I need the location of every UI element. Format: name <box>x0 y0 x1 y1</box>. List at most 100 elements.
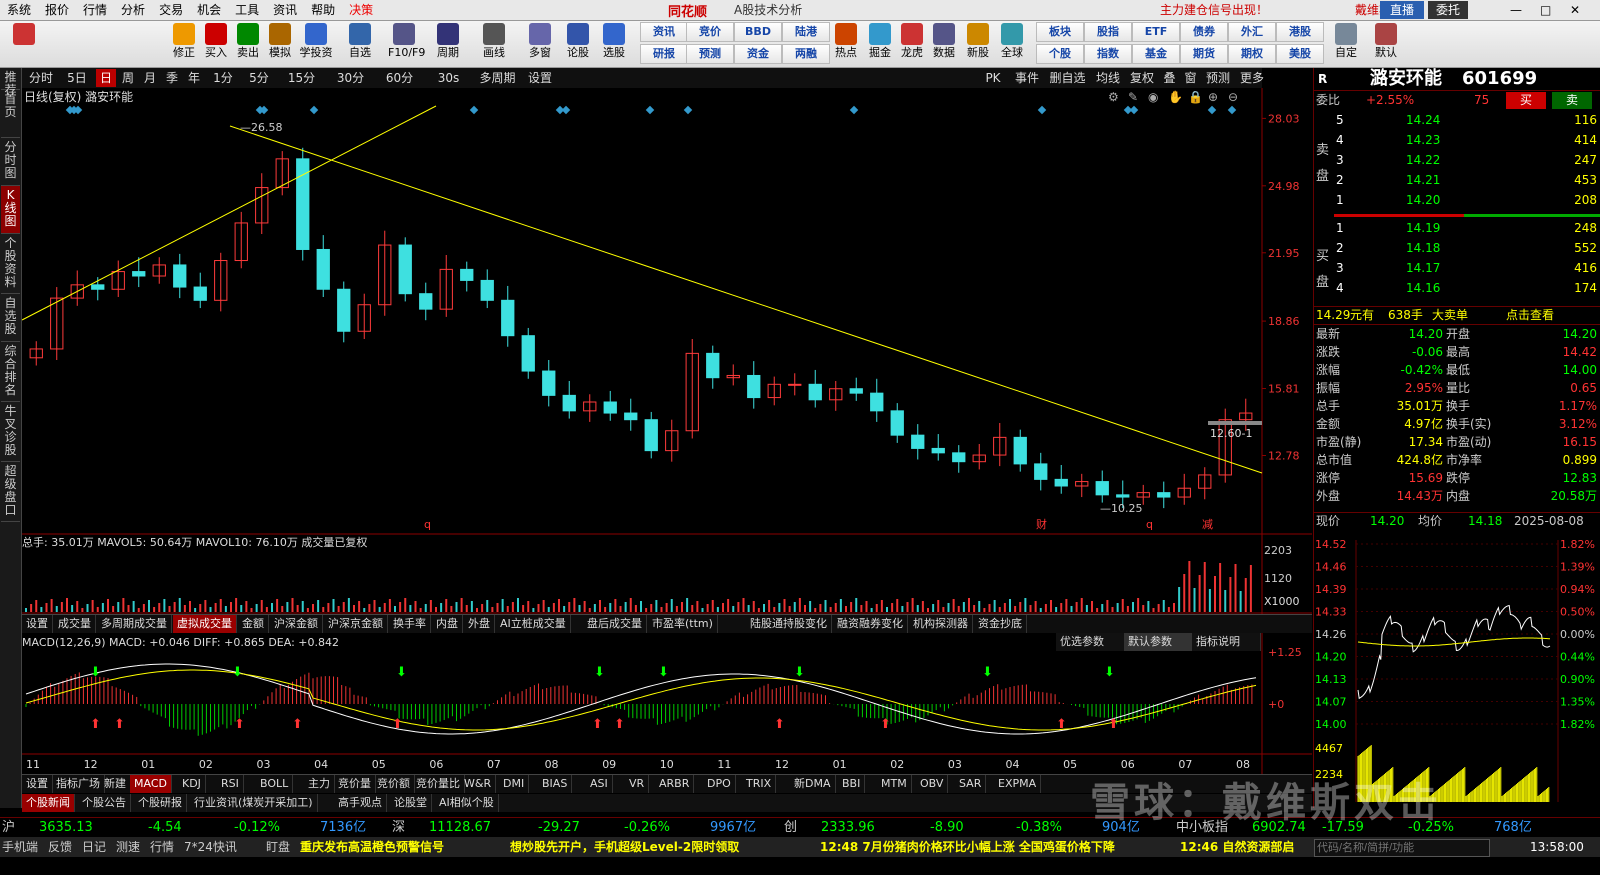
indicator-tab[interactable]: 竞价量比 <box>412 775 465 793</box>
indicator-tab[interactable]: ASI <box>586 775 613 793</box>
quick-button[interactable]: 美股 <box>1276 44 1324 64</box>
left-nav-item[interactable]: 分时图 <box>1 138 20 186</box>
search-input[interactable] <box>1314 839 1490 857</box>
quick-button[interactable]: 竞价 <box>686 22 734 42</box>
toolbar-button[interactable]: F10/F9 <box>388 23 425 59</box>
menu-item[interactable]: 分析 <box>114 0 152 20</box>
status-item[interactable]: 行情 <box>150 837 174 857</box>
quick-button[interactable]: 基金 <box>1132 44 1180 64</box>
quick-button[interactable]: 板块 <box>1036 22 1084 42</box>
toolbar-button[interactable]: 自选 <box>344 23 376 59</box>
news-ticker-1[interactable]: 重庆发布高温橙色预警信号 <box>300 837 444 857</box>
news-ticker-2[interactable]: 想炒股先开户，手机超级Level-2限时领取 <box>510 837 739 857</box>
quick-button[interactable]: 外汇 <box>1228 22 1276 42</box>
bid-row[interactable]: 3 14.17 416 <box>1314 260 1600 277</box>
indicator-tab[interactable]: OBV <box>916 775 949 793</box>
status-item[interactable]: 盯盘 <box>266 837 290 857</box>
quick-button[interactable]: 研报 <box>640 44 688 64</box>
big-order-link[interactable]: 点击查看 <box>1506 307 1554 324</box>
volume-tab[interactable]: 盘后成交量 <box>583 615 647 633</box>
quick-button[interactable]: 预测 <box>686 44 734 64</box>
toolbar-button[interactable]: 买入 <box>200 23 232 59</box>
chart-tool-tab[interactable]: 删自选 <box>1045 69 1090 87</box>
volume-tab[interactable]: 多周期成交量 <box>97 615 172 633</box>
indicator-tab[interactable]: ARBR <box>655 775 695 793</box>
promo-text[interactable]: 主力建仓信号出现！ <box>1160 0 1330 20</box>
indicator-tab[interactable]: SAR <box>955 775 987 793</box>
left-nav-item[interactable]: 个股资料 <box>1 234 20 294</box>
index-quote[interactable]: 沪 3635.13 -4.54 -0.12% 7136亿 <box>2 818 392 838</box>
close-icon[interactable]: ✕ <box>1570 0 1590 20</box>
quick-button[interactable]: ETF <box>1132 22 1180 42</box>
news-ticker-4[interactable]: 12:46 自然资源部启 <box>1180 837 1294 857</box>
quick-button[interactable]: 资金 <box>734 44 782 64</box>
toolbar-button[interactable]: 数据 <box>928 23 960 59</box>
left-nav-item[interactable]: 首页 <box>1 90 20 138</box>
toolbar-button[interactable]: 选股 <box>598 23 630 59</box>
chart-tool-tab[interactable]: 均线 <box>1092 69 1124 87</box>
indicator-tab[interactable]: BOLL <box>256 775 294 793</box>
news-tab[interactable]: 个股公告 <box>78 794 131 812</box>
ask-row[interactable]: 3 14.22 247 <box>1314 152 1600 169</box>
ask-row[interactable]: 2 14.21 453 <box>1314 172 1600 189</box>
news-tab[interactable]: 个股研报 <box>134 794 187 812</box>
toolbar-button[interactable]: 全球 <box>996 23 1028 59</box>
volume-tab[interactable]: 市盈率(ttm) <box>648 615 718 633</box>
quick-button[interactable]: 债券 <box>1180 22 1228 42</box>
toolbar-button[interactable]: 掘金 <box>864 23 896 59</box>
indicator-tab[interactable]: W&R <box>460 775 497 793</box>
menu-item[interactable]: 报价 <box>38 0 76 20</box>
volume-tab[interactable]: 资金抄底 <box>974 615 1027 633</box>
news-tab[interactable]: AI相似个股 <box>435 794 499 812</box>
toolbar-button[interactable]: 模拟 <box>264 23 296 59</box>
event-mark[interactable]: q <box>424 518 431 531</box>
menu-item[interactable]: 行情 <box>76 0 114 20</box>
volume-tab[interactable]: 融资融券变化 <box>833 615 908 633</box>
period-tab[interactable]: 日 <box>96 69 116 87</box>
volume-tab[interactable]: 沪深金额 <box>270 615 323 633</box>
indicator-tab[interactable]: BBI <box>838 775 866 793</box>
menu-item[interactable]: 决策 <box>342 0 380 20</box>
chart-tool-icon[interactable]: ⚙ <box>1108 90 1119 104</box>
toolbar-button[interactable]: 自定 <box>1330 23 1362 59</box>
period-tab[interactable]: 设置 <box>523 69 557 87</box>
volume-tab[interactable]: 内盘 <box>432 615 463 633</box>
quick-button[interactable]: 股指 <box>1084 22 1132 42</box>
macd-param-button[interactable]: 指标说明 <box>1192 633 1261 651</box>
left-nav-item[interactable]: K线图 <box>1 186 20 234</box>
intraday-chart[interactable]: 14.52 1.82% 14.46 1.39% 14.39 0.94% 14.33 0.50%… <box>1314 530 1600 808</box>
event-mark[interactable]: 财 <box>1036 517 1047 531</box>
volume-tab[interactable]: 外盘 <box>464 615 495 633</box>
volume-tab[interactable]: 成交量 <box>54 615 96 633</box>
period-tab[interactable]: 分时 <box>24 69 58 87</box>
ask-row[interactable]: 1 14.20 208 <box>1314 192 1600 209</box>
chart-tool-tab[interactable]: 事件 <box>1011 69 1043 87</box>
menu-item[interactable]: 资讯 <box>266 0 304 20</box>
period-tab[interactable]: 15分 <box>278 69 325 87</box>
status-item[interactable]: 反馈 <box>48 837 72 857</box>
chart-tool-icon[interactable]: ✋ <box>1168 90 1183 104</box>
indicator-tab[interactable]: DMI <box>499 775 530 793</box>
bid-row[interactable]: 4 14.16 174 <box>1314 280 1600 297</box>
kline-chart[interactable]: 28.03 24.98 21.95 18.86 15.81 12.78 日线(复权) 潞安… <box>22 88 1312 794</box>
toolbar-button[interactable] <box>8 23 40 47</box>
toolbar-button[interactable]: 周期 <box>432 23 464 59</box>
volume-tab[interactable]: 虚拟成交量 <box>173 615 237 633</box>
menu-item[interactable]: 机会 <box>190 0 228 20</box>
indicator-tab[interactable]: 新建 <box>100 775 131 793</box>
bid-row[interactable]: 2 14.18 552 <box>1314 240 1600 257</box>
period-tab[interactable]: 季 <box>162 69 182 87</box>
period-tab[interactable]: 30分 <box>327 69 374 87</box>
toolbar-button[interactable]: 龙虎 <box>896 23 928 59</box>
sell-button[interactable]: 卖 <box>1552 92 1592 109</box>
volume-tab[interactable]: 换手率 <box>389 615 431 633</box>
news-tab[interactable]: 高手观点 <box>334 794 387 812</box>
indicator-tab[interactable]: 竞价量 <box>334 775 376 793</box>
indicator-tab[interactable]: VR <box>625 775 650 793</box>
indicator-tab[interactable]: KDJ <box>178 775 206 793</box>
toolbar-button[interactable]: 论股 <box>562 23 594 59</box>
news-tab[interactable]: 个股新闻 <box>22 794 75 812</box>
chart-tool-icon[interactable]: ✎ <box>1128 90 1138 104</box>
period-tab[interactable]: 周 <box>118 69 138 87</box>
live-button[interactable]: 直播 <box>1380 1 1424 19</box>
